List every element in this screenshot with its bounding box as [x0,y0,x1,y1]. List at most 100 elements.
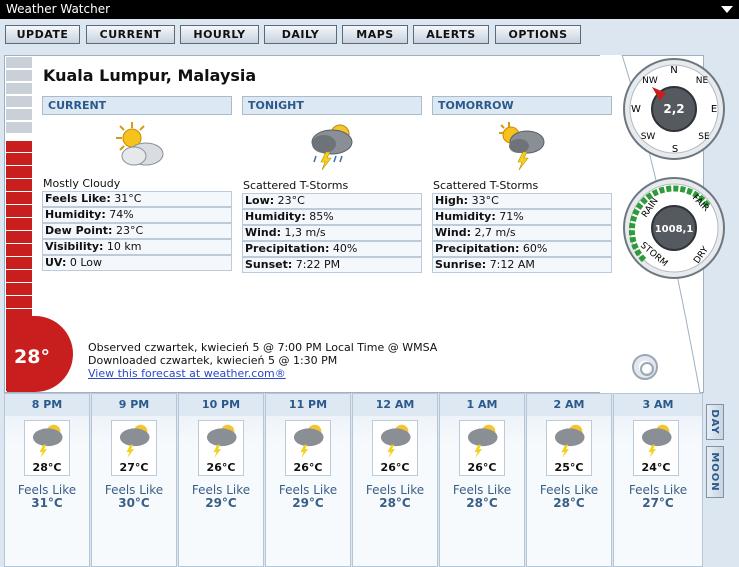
feels-like-label: Feels Like [104,483,164,497]
thunderstorm-icon [467,424,498,459]
tonight-header: TONIGHT [242,96,422,115]
pressure-value: 1008,1 [655,224,694,235]
hourly-column: 2 AM 25°C Feels Like 28°C [526,393,612,567]
hourly-icon-box: 28°C [24,420,70,476]
feels-like-value: 31°C [31,496,63,510]
hourly-temp: 26°C [206,461,236,474]
tomorrow-row-sunrise: Sunrise: 7:12 AM [432,257,612,273]
downloaded-text: Downloaded czwartek, kwiecień 5 @ 1:30 P… [88,354,338,367]
hourly-time: 8 PM [5,394,89,416]
tomorrow-condition: Scattered T-Storms [433,179,539,192]
tomorrow-row-high: High: 33°C [432,193,612,209]
radio-icon[interactable] [632,354,658,380]
tonight-row-wind: Wind: 1,3 m/s [242,225,422,241]
feels-like-label: Feels Like [628,483,688,497]
hourly-column: 10 PM 26°C Feels Like 29°C [178,393,264,567]
hourly-temp: 26°C [467,461,497,474]
compass-s: S [672,144,678,155]
current-row-humidity: Humidity: 74% [42,207,232,223]
hourly-column: 11 PM 26°C Feels Like 29°C [265,393,351,567]
hourly-column: 8 PM 28°C Feels Like 31°C [4,393,90,567]
hourly-column: 1 AM 26°C Feels Like 28°C [439,393,525,567]
compass-ne: NE [696,76,709,86]
tonight-row-precipitation: Precipitation: 40% [242,241,422,257]
current-temperature: 28° [14,346,50,368]
dropdown-arrow-icon[interactable] [721,6,733,13]
thunderstorm-icon [641,424,672,459]
hourly-temp: 25°C [554,461,584,474]
scattered-tstorm-sun-icon [499,122,545,171]
hourly-column: 12 AM 26°C Feels Like 28°C [352,393,438,567]
wind-speed-value: 2,2 [663,102,684,116]
thunderstorm-icon [380,424,411,459]
hourly-column: 3 AM 24°C Feels Like 27°C [613,393,703,567]
hourly-icon-box: 26°C [198,420,244,476]
hourly-time: 9 PM [92,394,176,416]
tonight-condition: Scattered T-Storms [243,179,349,192]
thunderstorm-icon [554,424,585,459]
tab-day[interactable]: DAY [706,404,724,440]
thunderstorm-icon [206,424,237,459]
alerts-button[interactable]: ALERTS [413,25,489,44]
thunderstorm-icon [311,124,353,171]
feels-like-label: Feels Like [539,483,599,497]
compass-e: E [711,104,717,115]
feels-like-label: Feels Like [17,483,77,497]
tonight-row-sunset: Sunset: 7:22 PM [242,257,422,273]
feels-like-value: 30°C [118,496,150,510]
current-header: CURRENT [42,96,232,115]
current-row-uv: UV: 0 Low [42,255,232,271]
current-row-dew-point: Dew Point: 23°C [42,223,232,239]
hourly-icon-box: 26°C [372,420,418,476]
hourly-forecast: 8 PM 28°C Feels Like 31°C 9 PM 27°C Feel… [4,393,704,567]
current-row-feels-like: Feels Like: 31°C [42,191,232,207]
compass-sw: SW [641,132,656,142]
partly-cloudy-sun-icon [116,122,164,166]
feels-like-value: 29°C [205,496,237,510]
title-bar: Weather Watcher [0,0,739,19]
hourly-time: 1 AM [440,394,524,416]
hourly-icon-box: 25°C [546,420,592,476]
compass-n: N [670,65,677,76]
feels-like-label: Feels Like [278,483,338,497]
forecast-link[interactable]: View this forecast at weather.com® [88,367,286,380]
thunderstorm-icon [119,424,150,459]
current-row-visibility: Visibility: 10 km [42,239,232,255]
feels-like-value: 28°C [379,496,411,510]
feels-like-value: 28°C [466,496,498,510]
hourly-time: 2 AM [527,394,611,416]
tomorrow-header: TOMORROW [432,96,612,115]
hourly-icon-box: 26°C [459,420,505,476]
feels-like-label: Feels Like [365,483,425,497]
hourly-time: 3 AM [614,394,702,416]
hourly-temp: 27°C [119,461,149,474]
barometer-gauge: RAIN FAIR STORM DRY 1008,1 [623,177,725,279]
maps-button[interactable]: MAPS [342,25,408,44]
app-title: Weather Watcher [6,2,111,16]
feels-like-value: 29°C [292,496,324,510]
hourly-time: 10 PM [179,394,263,416]
tomorrow-row-humidity: Humidity: 71% [432,209,612,225]
compass-nw: NW [642,76,658,86]
location-title: Kuala Lumpur, Malaysia [43,66,257,85]
feels-like-label: Feels Like [191,483,251,497]
hourly-column: 9 PM 27°C Feels Like 30°C [91,393,177,567]
hourly-button[interactable]: HOURLY [180,25,259,44]
feels-like-value: 28°C [553,496,585,510]
hourly-time: 12 AM [353,394,437,416]
daily-button[interactable]: DAILY [264,25,337,44]
tomorrow-row-wind: Wind: 2,7 m/s [432,225,612,241]
update-button[interactable]: UPDATE [5,25,80,44]
wind-compass: N NE E SE S SW W NW 2,2 [623,58,725,160]
compass-se: SE [698,132,710,142]
hourly-time: 11 PM [266,394,350,416]
hourly-icon-box: 26°C [285,420,331,476]
thunderstorm-icon [293,424,324,459]
feels-like-label: Feels Like [452,483,512,497]
options-button[interactable]: OPTIONS [495,25,581,44]
forecast-link-wrap: View this forecast at weather.com® [88,367,286,380]
observed-text: Observed czwartek, kwiecień 5 @ 7:00 PM … [88,341,438,354]
tonight-row-humidity: Humidity: 85% [242,209,422,225]
tab-moon[interactable]: MOON [706,446,724,498]
current-button[interactable]: CURRENT [86,25,175,44]
